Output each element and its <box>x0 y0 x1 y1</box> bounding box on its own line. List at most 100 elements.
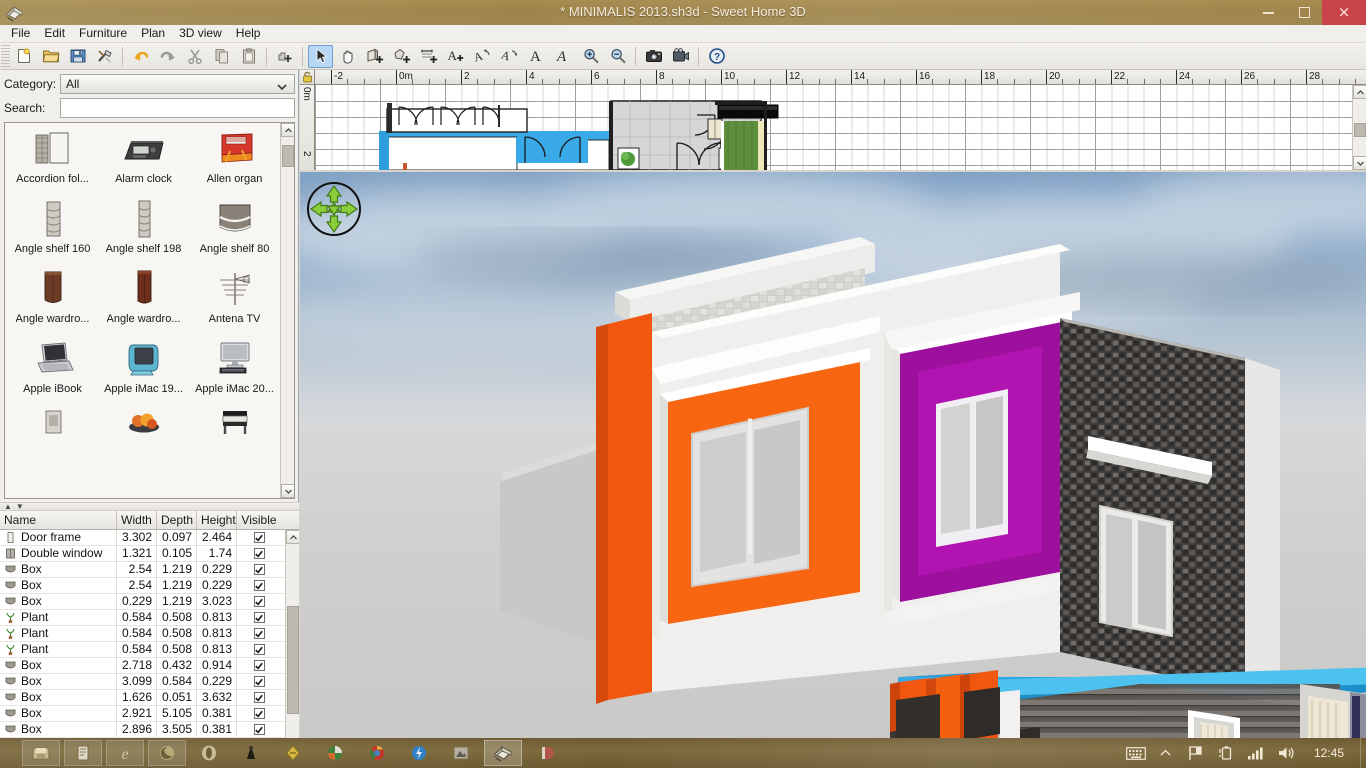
plan-scroll-thumb[interactable] <box>1354 123 1366 137</box>
create-dimensions-icon[interactable] <box>416 45 441 68</box>
visible-checkbox[interactable] <box>253 676 265 687</box>
zoom-in-icon[interactable] <box>578 45 603 68</box>
plan-view[interactable]: -2 0m 2 4 6 8 10 12 14 16 18 20 22 24 26 28 0m 2 <box>300 70 1366 170</box>
cell-visible[interactable] <box>237 594 281 609</box>
column-header-height[interactable]: Height <box>197 511 237 529</box>
catalog-item[interactable] <box>7 405 98 475</box>
catalog-item[interactable]: Accordion fol... <box>7 125 98 195</box>
file-explorer-icon[interactable] <box>22 740 60 766</box>
search-input[interactable] <box>60 98 295 118</box>
column-header-depth[interactable]: Depth <box>157 511 197 529</box>
pdf-icon[interactable] <box>526 740 564 766</box>
cut-icon[interactable] <box>182 45 207 68</box>
furniture-scroll-track[interactable] <box>286 544 299 768</box>
redo-icon[interactable] <box>155 45 180 68</box>
visible-checkbox[interactable] <box>253 692 265 703</box>
cell-visible[interactable] <box>237 610 281 625</box>
cell-visible[interactable] <box>237 674 281 689</box>
rotate-text-cw-icon[interactable]: A <box>497 45 522 68</box>
menu-edit[interactable]: Edit <box>37 25 72 42</box>
furniture-catalog[interactable]: Accordion fol... Alarm clock Allen organ… <box>4 122 295 499</box>
scroll-up-icon[interactable] <box>1353 85 1366 99</box>
scroll-up-icon[interactable] <box>281 123 294 137</box>
save-icon[interactable] <box>65 45 90 68</box>
table-row[interactable]: Box 2.896 3.505 0.381 <box>0 722 285 738</box>
add-furniture-icon[interactable] <box>272 45 297 68</box>
plan-scrollbar[interactable] <box>1352 85 1366 170</box>
scroll-down-icon[interactable] <box>1353 156 1366 170</box>
visible-checkbox[interactable] <box>253 612 265 623</box>
table-row[interactable]: Box 0.229 1.219 3.023 <box>0 594 285 610</box>
show-desktop-button[interactable] <box>1360 738 1366 768</box>
menu-help[interactable]: Help <box>229 25 268 42</box>
visible-checkbox[interactable] <box>253 596 265 607</box>
idm-icon[interactable] <box>400 740 438 766</box>
foxit-reader-icon[interactable] <box>274 740 312 766</box>
visible-checkbox[interactable] <box>253 708 265 719</box>
cell-visible[interactable] <box>237 658 281 673</box>
catalog-item[interactable]: Apple iBook <box>7 335 98 405</box>
catalog-scroll-track[interactable] <box>281 137 294 484</box>
new-home-icon[interactable] <box>11 45 36 68</box>
table-row[interactable]: Plant 0.584 0.508 0.813 <box>0 610 285 626</box>
table-row[interactable]: Box 2.718 0.432 0.914 <box>0 658 285 674</box>
splitter-up-arrow-icon[interactable]: ▲ <box>4 502 12 511</box>
toolbar-grip[interactable] <box>1 45 10 67</box>
network-flag-icon[interactable] <box>1186 743 1206 763</box>
add-text-icon[interactable]: A <box>443 45 468 68</box>
taskbar-clock[interactable]: 12:45 <box>1306 746 1358 760</box>
image-editor-icon[interactable] <box>442 740 480 766</box>
catalog-item[interactable] <box>189 405 280 475</box>
paste-icon[interactable] <box>236 45 261 68</box>
cell-visible[interactable] <box>237 642 281 657</box>
visible-checkbox[interactable] <box>253 548 265 559</box>
catalog-item[interactable]: Angle wardro... <box>7 265 98 335</box>
increase-text-size-icon[interactable]: A <box>524 45 549 68</box>
help-icon[interactable]: ? <box>704 45 729 68</box>
catalog-item[interactable]: Allen organ <box>189 125 280 195</box>
photo-create-icon[interactable] <box>641 45 666 68</box>
volume-icon[interactable] <box>1276 743 1296 763</box>
ant-download-manager-icon[interactable] <box>232 740 270 766</box>
menu-plan[interactable]: Plan <box>134 25 172 42</box>
navigation-compass-icon[interactable] <box>305 180 363 238</box>
rotate-text-ccw-icon[interactable]: A <box>470 45 495 68</box>
table-row[interactable]: Box 2.921 5.105 0.381 <box>0 706 285 722</box>
padlock-icon[interactable] <box>300 70 315 85</box>
table-row[interactable]: Box 3.099 0.584 0.229 <box>0 674 285 690</box>
panel-splitter[interactable]: ▲ ▼ <box>0 502 299 511</box>
close-button[interactable]: × <box>1322 0 1366 25</box>
signal-bars-icon[interactable] <box>1246 743 1266 763</box>
catalog-scroll-thumb[interactable] <box>282 145 294 167</box>
visible-checkbox[interactable] <box>253 660 265 671</box>
plan-canvas[interactable] <box>315 85 1352 170</box>
catalog-item[interactable]: Apple iMac 19... <box>98 335 189 405</box>
cell-visible[interactable] <box>237 626 281 641</box>
keyboard-icon[interactable] <box>1126 743 1146 763</box>
visible-checkbox[interactable] <box>253 724 265 735</box>
internet-explorer-icon[interactable]: e <box>106 740 144 766</box>
3d-view[interactable] <box>300 172 1366 738</box>
catalog-item[interactable]: Angle shelf 198 <box>98 195 189 265</box>
copy-icon[interactable] <box>209 45 234 68</box>
firefox-icon[interactable] <box>148 740 186 766</box>
table-row[interactable]: Double window 1.321 0.105 1.74 <box>0 546 285 562</box>
menu-3d-view[interactable]: 3D view <box>172 25 229 42</box>
sweet-home-3d-icon[interactable] <box>484 740 522 766</box>
visible-checkbox[interactable] <box>253 564 265 575</box>
notepad-icon[interactable] <box>64 740 102 766</box>
catalog-item[interactable] <box>98 405 189 475</box>
column-header-name[interactable]: Name <box>0 511 117 529</box>
italic-text-icon[interactable]: A <box>551 45 576 68</box>
table-row[interactable]: Plant 0.584 0.508 0.813 <box>0 642 285 658</box>
restore-button[interactable] <box>1286 0 1322 25</box>
visible-checkbox[interactable] <box>253 580 265 591</box>
table-row[interactable]: Box 2.54 1.219 0.229 <box>0 578 285 594</box>
plan-scroll-track[interactable] <box>1353 99 1366 156</box>
visible-checkbox[interactable] <box>253 644 265 655</box>
column-header-width[interactable]: Width <box>117 511 157 529</box>
furniture-list-scrollbar[interactable] <box>285 530 299 768</box>
column-header-visible[interactable]: Visible <box>237 511 281 529</box>
preferences-icon[interactable] <box>92 45 117 68</box>
catalog-item[interactable]: Apple iMac 20... <box>189 335 280 405</box>
